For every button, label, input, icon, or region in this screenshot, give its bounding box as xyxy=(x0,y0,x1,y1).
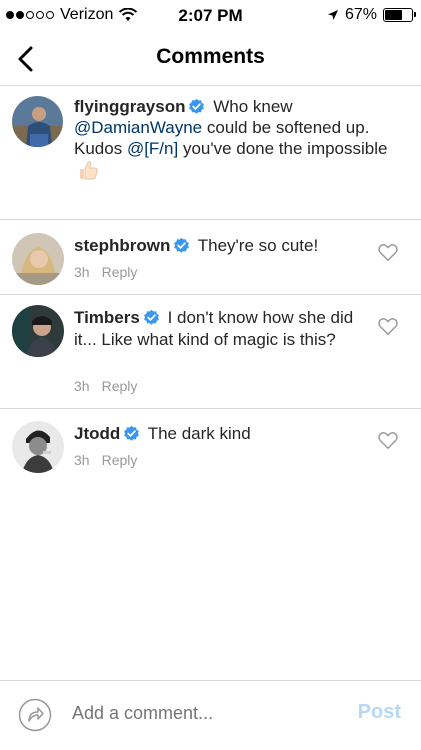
share-arrow-icon[interactable] xyxy=(18,698,52,732)
mention-link[interactable]: @[F/n] xyxy=(127,139,178,158)
status-bar: Verizon 2:07 PM 67% xyxy=(0,0,421,32)
heart-icon[interactable] xyxy=(377,241,399,263)
avatar[interactable] xyxy=(12,96,63,147)
caption-text-part: you've done the impossible xyxy=(182,139,388,158)
comment-text: Jtodd The dark kind xyxy=(74,423,363,445)
comment-time: 3h xyxy=(74,378,90,394)
comment-item: Timbers I don't know how she did it... L… xyxy=(0,295,421,409)
post-caption: flyinggrayson Who knew @DamianWayne coul… xyxy=(0,96,421,220)
avatar[interactable] xyxy=(12,305,64,357)
comment-item: stephbrown They're so cute! 3h Reply xyxy=(0,221,421,295)
comment-composer: Post xyxy=(0,680,421,750)
verified-badge-icon xyxy=(143,309,159,325)
comment-body: They're so cute! xyxy=(197,236,319,255)
comment-meta: 3h Reply xyxy=(74,452,137,468)
comment-username[interactable]: Jtodd xyxy=(74,424,120,443)
avatar[interactable] xyxy=(12,421,64,473)
comment-meta: 3h Reply xyxy=(74,378,137,394)
comment-input[interactable] xyxy=(72,703,322,724)
verified-badge-icon xyxy=(174,237,190,253)
caption-username[interactable]: flyinggrayson xyxy=(74,97,185,116)
comment-body: The dark kind xyxy=(147,424,251,443)
nav-bar: Comments xyxy=(0,32,421,86)
reply-button[interactable]: Reply xyxy=(102,264,138,280)
location-arrow-icon xyxy=(327,10,338,20)
post-button[interactable]: Post xyxy=(358,701,401,724)
reply-button[interactable]: Reply xyxy=(102,452,138,468)
verified-badge-icon xyxy=(189,98,205,114)
heart-icon[interactable] xyxy=(377,315,399,337)
verified-badge-icon xyxy=(124,425,140,441)
comment-text: Timbers I don't know how she did it... L… xyxy=(74,307,363,351)
battery-icon xyxy=(383,8,416,22)
comment-username[interactable]: Timbers xyxy=(74,308,140,327)
battery-level xyxy=(385,10,403,20)
mention-link[interactable]: @DamianWayne xyxy=(74,118,202,137)
avatar[interactable] xyxy=(12,233,64,285)
caption-text: flyinggrayson Who knew @DamianWayne coul… xyxy=(74,96,403,183)
thumbs-up-emoji-icon xyxy=(80,161,98,180)
comment-meta: 3h Reply xyxy=(74,264,137,280)
heart-icon[interactable] xyxy=(377,429,399,451)
comment-username[interactable]: stephbrown xyxy=(74,236,170,255)
page-title: Comments xyxy=(156,45,265,68)
reply-button[interactable]: Reply xyxy=(102,378,138,394)
caption-text-part: Who knew xyxy=(213,97,293,116)
comment-item: Jtodd The dark kind 3h Reply xyxy=(0,409,421,489)
battery-percentage: 67% xyxy=(344,6,377,23)
status-right-group: 67% xyxy=(327,6,416,24)
comment-time: 3h xyxy=(74,264,90,280)
comment-text: stephbrown They're so cute! xyxy=(74,235,363,257)
comment-time: 3h xyxy=(74,452,90,468)
